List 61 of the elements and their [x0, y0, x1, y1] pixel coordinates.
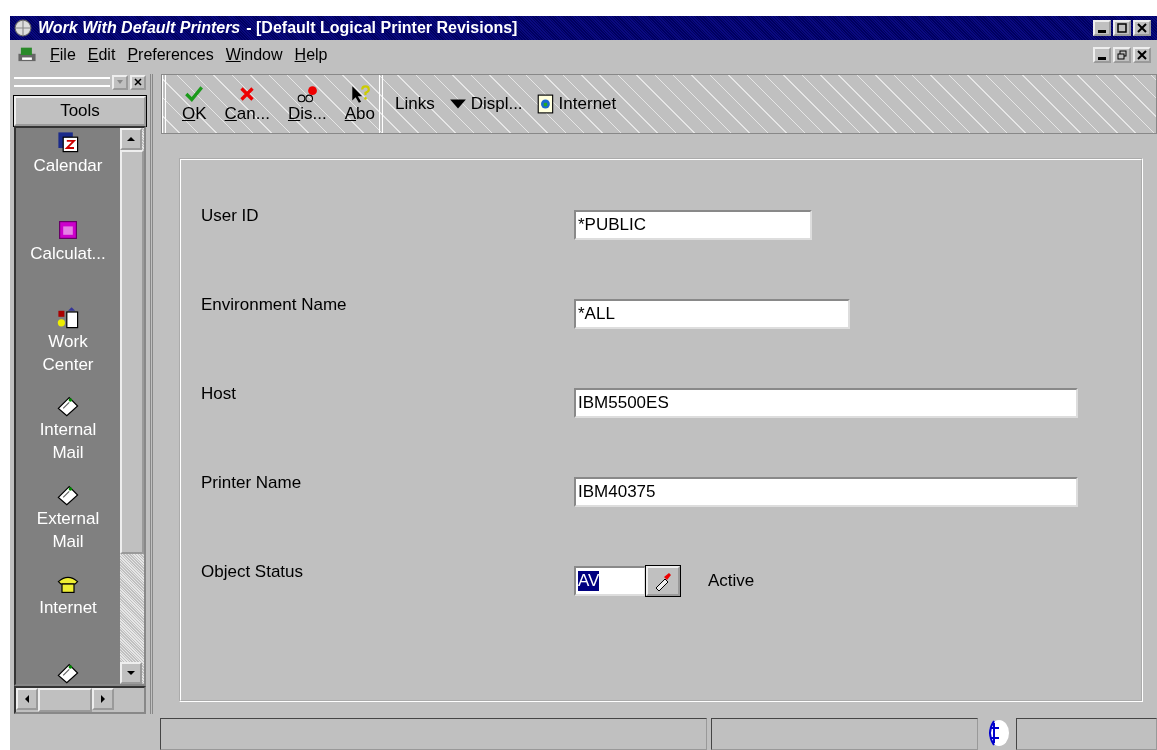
- tool-label[interactable]: External Mail: [23, 507, 113, 553]
- grip-handle[interactable]: [14, 77, 110, 87]
- status-description: Active: [708, 571, 755, 591]
- envelope-icon[interactable]: [56, 483, 80, 507]
- document-icon[interactable]: [56, 306, 80, 330]
- close-button[interactable]: [130, 74, 146, 90]
- envelope-icon[interactable]: [56, 394, 80, 418]
- input-field[interactable]: *PUBLIC: [574, 210, 812, 240]
- tool-label[interactable]: Internal Mail: [23, 418, 113, 464]
- tools-button[interactable]: Tools: [14, 96, 146, 126]
- search-button[interactable]: [646, 566, 680, 596]
- window-app-title: Work With Default Printers: [38, 19, 241, 37]
- minimize-button[interactable]: [1093, 20, 1111, 36]
- maximize-icon: [1117, 23, 1127, 33]
- menu-item[interactable]: Window: [225, 46, 283, 64]
- tool-label[interactable]: Work Center: [23, 330, 113, 376]
- glasses-icon: [296, 84, 319, 104]
- close-button[interactable]: [1133, 47, 1151, 63]
- caret-icon: [448, 98, 467, 110]
- toolbar-button[interactable]: Can...: [220, 84, 274, 124]
- link-button[interactable]: Displ...: [448, 94, 523, 114]
- globe-document-icon: [536, 94, 555, 114]
- menu-item[interactable]: Preferences: [127, 46, 214, 64]
- globe-icon: [14, 19, 32, 37]
- input-field[interactable]: *ALL: [574, 299, 850, 329]
- input-field[interactable]: IBM40375: [574, 477, 1078, 507]
- field-label: Object Status: [201, 562, 305, 582]
- scroll-bar[interactable]: [120, 128, 144, 684]
- tool-label[interactable]: Calendar: [23, 154, 113, 177]
- horizontal-scroll-bar[interactable]: [14, 686, 146, 714]
- input-field[interactable]: IBM5500ES: [574, 388, 1078, 418]
- link-button[interactable]: Internet: [536, 94, 617, 114]
- field-label: Environment Name: [201, 295, 348, 315]
- toolbar-button[interactable]: Abo: [340, 84, 379, 124]
- maximize-button[interactable]: [1113, 20, 1131, 36]
- field-label: Host: [201, 384, 237, 404]
- minimize-icon: [1098, 29, 1106, 33]
- close-button[interactable]: [1133, 20, 1151, 36]
- flashlight-icon: [653, 571, 673, 591]
- restore-button[interactable]: [1113, 47, 1131, 63]
- menu-item[interactable]: Help: [294, 46, 328, 64]
- minimize-button[interactable]: [1093, 47, 1111, 63]
- toolbar-button[interactable]: Dis...: [283, 84, 331, 124]
- tool-label[interactable]: Internet: [23, 596, 113, 619]
- tool-label[interactable]: Calculat...: [23, 242, 113, 265]
- minimize-icon: [1098, 56, 1106, 60]
- input-field[interactable]: AV: [574, 566, 646, 596]
- field-label: Printer Name: [201, 473, 303, 493]
- toolbar-button[interactable]: OK: [178, 84, 211, 124]
- close-icon: [134, 78, 142, 86]
- link-button[interactable]: Links: [394, 94, 435, 114]
- menu-item[interactable]: File: [50, 46, 76, 64]
- calculator-icon[interactable]: [56, 218, 80, 242]
- calendar-icon[interactable]: [56, 130, 80, 154]
- caret-icon: [116, 78, 124, 86]
- envelope-icon[interactable]: [56, 661, 80, 684]
- restore-icon: [1117, 50, 1127, 60]
- window-title: - [Default Logical Printer Revisions]: [246, 19, 518, 37]
- checkmark-icon: [183, 84, 206, 104]
- menu-item[interactable]: Edit: [87, 46, 116, 64]
- field-label: User ID: [201, 206, 260, 226]
